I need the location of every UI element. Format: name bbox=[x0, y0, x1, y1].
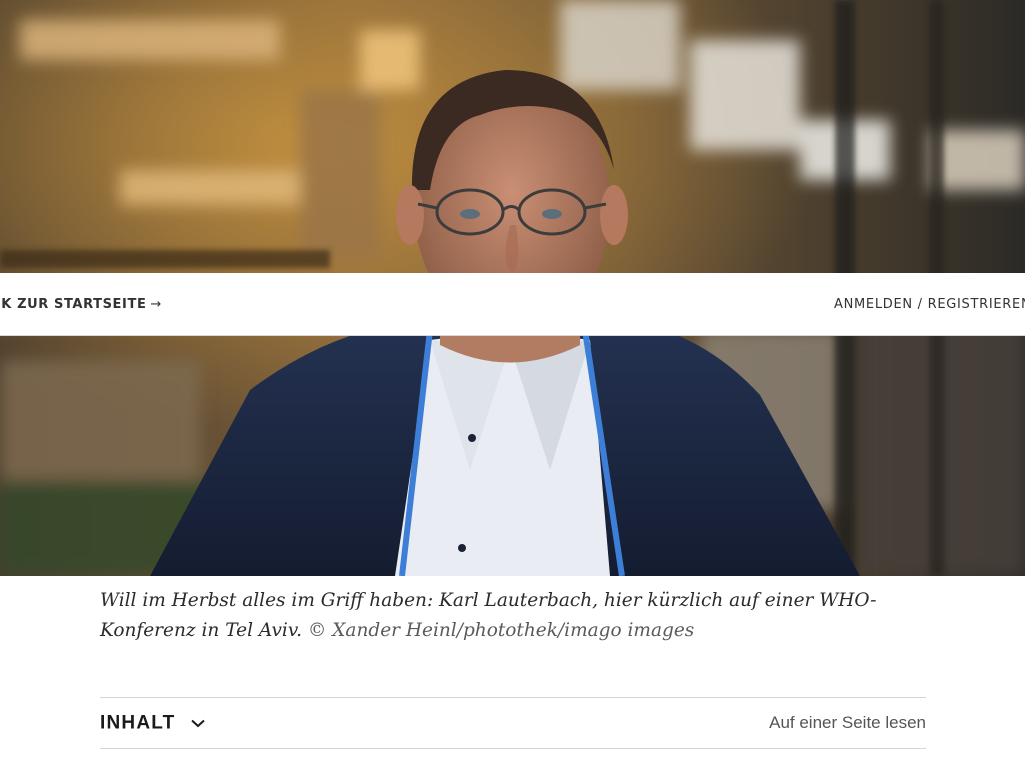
chevron-down-icon bbox=[190, 698, 205, 748]
toc-title: INHALT bbox=[100, 712, 176, 734]
photo-credit: © Xander Heinl/photothek/imago images bbox=[307, 620, 695, 641]
login-register-link[interactable]: ANMELDEN / REGISTRIEREN bbox=[834, 273, 1025, 336]
toc-toggle-button[interactable]: INHALT bbox=[100, 698, 205, 748]
back-to-home-label: ÜCK ZUR STARTSEITE bbox=[0, 297, 147, 312]
photo-caption: Will im Herbst alles im Griff haben: Kar… bbox=[100, 586, 925, 646]
read-on-one-page-link[interactable]: Auf einer Seite lesen bbox=[769, 698, 926, 748]
arrow-right-icon: → bbox=[150, 297, 162, 312]
back-to-home-link[interactable]: ÜCK ZUR STARTSEITE→ bbox=[0, 273, 162, 336]
top-nav-bar: ÜCK ZUR STARTSEITE→ ANMELDEN / REGISTRIE… bbox=[0, 273, 1025, 336]
table-of-contents-bar: INHALT Auf einer Seite lesen bbox=[100, 697, 926, 749]
